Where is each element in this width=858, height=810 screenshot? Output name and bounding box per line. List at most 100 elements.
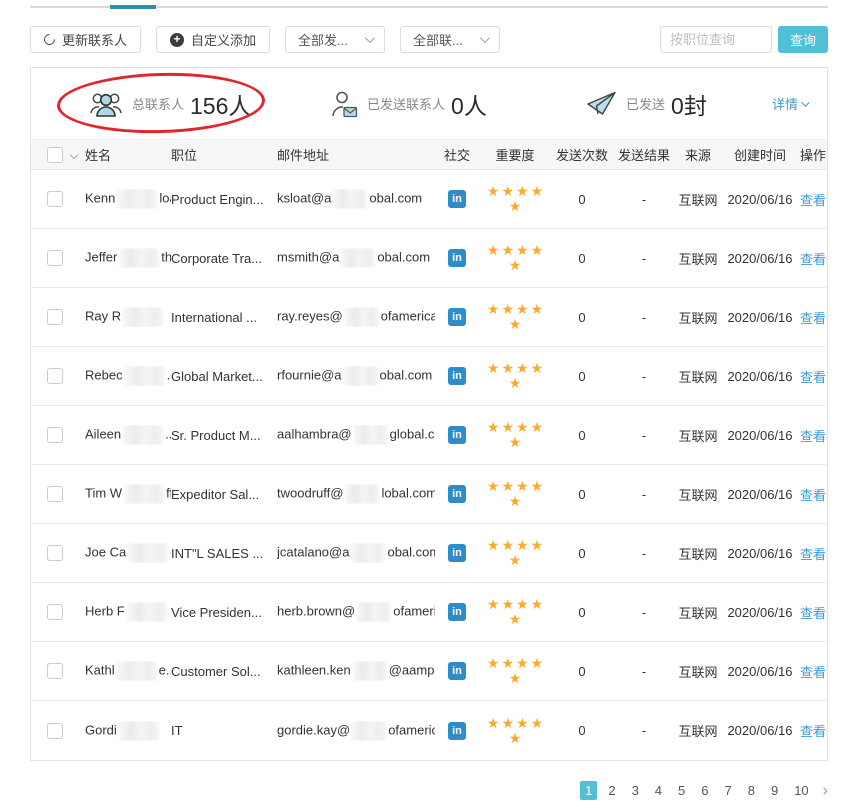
page-button-3[interactable]: 3 bbox=[627, 781, 644, 800]
sent-contacts-label: 已发送联系人 bbox=[367, 94, 445, 113]
page-button-2[interactable]: 2 bbox=[603, 781, 620, 800]
star-icon: ★ bbox=[486, 597, 501, 612]
created-time: 2020/06/16 bbox=[721, 192, 799, 207]
linkedin-icon[interactable]: in bbox=[448, 722, 466, 740]
importance-rating[interactable]: ★★★★ ★ bbox=[479, 302, 551, 332]
created-time: 2020/06/16 bbox=[721, 605, 799, 620]
view-link[interactable]: 查看 bbox=[800, 547, 826, 562]
linkedin-icon[interactable]: in bbox=[448, 308, 466, 326]
stars-line2: ★ bbox=[508, 671, 523, 686]
view-link[interactable]: 查看 bbox=[800, 724, 826, 739]
importance-rating[interactable]: ★★★★ ★ bbox=[479, 361, 551, 391]
page-button-1[interactable]: 1 bbox=[580, 781, 597, 800]
contact-name: Kathle... bbox=[85, 661, 171, 681]
row-checkbox[interactable] bbox=[47, 309, 63, 325]
contact-type-filter[interactable]: 全部联... bbox=[400, 26, 500, 53]
contact-email: rfournie@aobal.com bbox=[277, 366, 435, 386]
importance-rating[interactable]: ★★★★ ★ bbox=[479, 479, 551, 509]
view-link[interactable]: 查看 bbox=[800, 252, 826, 267]
detail-link[interactable]: 详情 bbox=[772, 94, 807, 113]
star-icon: ★ bbox=[500, 184, 515, 199]
view-link[interactable]: 查看 bbox=[800, 370, 826, 385]
send-result: - bbox=[613, 192, 675, 207]
view-link[interactable]: 查看 bbox=[800, 488, 826, 503]
linkedin-icon[interactable]: in bbox=[448, 249, 466, 267]
view-link[interactable]: 查看 bbox=[800, 606, 826, 621]
created-time: 2020/06/16 bbox=[721, 369, 799, 384]
row-checkbox[interactable] bbox=[47, 191, 63, 207]
contact-type-filter-value: 全部联... bbox=[413, 30, 463, 49]
row-checkbox[interactable] bbox=[47, 427, 63, 443]
send-status-filter[interactable]: 全部发... bbox=[285, 26, 385, 53]
importance-rating[interactable]: ★★★★ ★ bbox=[479, 538, 551, 568]
linkedin-icon[interactable]: in bbox=[448, 662, 466, 680]
linkedin-icon[interactable]: in bbox=[448, 367, 466, 385]
view-link[interactable]: 查看 bbox=[800, 665, 826, 680]
page-button-7[interactable]: 7 bbox=[720, 781, 737, 800]
active-tab-indicator[interactable] bbox=[110, 5, 156, 9]
stars-line2: ★ bbox=[508, 258, 523, 273]
importance-rating[interactable]: ★★★★ ★ bbox=[479, 420, 551, 450]
page-button-4[interactable]: 4 bbox=[650, 781, 667, 800]
importance-rating[interactable]: ★★★★ ★ bbox=[479, 597, 551, 627]
view-link[interactable]: 查看 bbox=[800, 429, 826, 444]
search-input[interactable] bbox=[660, 26, 772, 53]
star-icon: ★ bbox=[500, 538, 515, 553]
contact-position: Expeditor Sal... bbox=[171, 487, 277, 502]
importance-rating[interactable]: ★★★★ ★ bbox=[479, 716, 551, 746]
refresh-contacts-button[interactable]: 更新联系人 bbox=[30, 26, 141, 53]
row-checkbox[interactable] bbox=[47, 545, 63, 561]
header-send-count: 发送次数 bbox=[551, 145, 613, 164]
star-icon: ★ bbox=[508, 670, 523, 686]
row-checkbox[interactable] bbox=[47, 368, 63, 384]
linkedin-icon[interactable]: in bbox=[448, 544, 466, 562]
send-count: 0 bbox=[551, 428, 613, 443]
select-menu-chevron-icon[interactable] bbox=[70, 150, 78, 158]
row-checkbox[interactable] bbox=[47, 250, 63, 266]
table-body: Kennloat Product Engin... ksloat@aobal.c… bbox=[31, 170, 827, 760]
importance-rating[interactable]: ★★★★ ★ bbox=[479, 243, 551, 273]
redaction-blur bbox=[357, 602, 391, 622]
next-page-button[interactable]: › bbox=[823, 784, 828, 797]
importance-rating[interactable]: ★★★★ ★ bbox=[479, 656, 551, 686]
view-link[interactable]: 查看 bbox=[800, 311, 826, 326]
linkedin-icon[interactable]: in bbox=[448, 426, 466, 444]
linkedin-icon[interactable]: in bbox=[448, 603, 466, 621]
contacts-page: 更新联系人 自定义添加 全部发... 全部联... 查询 bbox=[0, 0, 858, 800]
custom-add-button[interactable]: 自定义添加 bbox=[156, 26, 270, 53]
linkedin-icon[interactable]: in bbox=[448, 190, 466, 208]
header-email: 邮件地址 bbox=[277, 145, 435, 164]
page-button-8[interactable]: 8 bbox=[743, 781, 760, 800]
row-checkbox[interactable] bbox=[47, 486, 63, 502]
page-button-10[interactable]: 10 bbox=[789, 781, 813, 800]
source: 互联网 bbox=[675, 367, 721, 386]
stat-sent-contacts: 已发送联系人 0人 bbox=[331, 87, 586, 121]
header-send-result: 发送结果 bbox=[613, 145, 675, 164]
contact-name: Jefferth bbox=[85, 248, 171, 268]
star-icon: ★ bbox=[508, 434, 523, 450]
star-icon: ★ bbox=[515, 479, 530, 494]
search-button[interactable]: 查询 bbox=[778, 26, 828, 53]
star-icon: ★ bbox=[508, 316, 523, 332]
page-button-5[interactable]: 5 bbox=[673, 781, 690, 800]
page-button-9[interactable]: 9 bbox=[766, 781, 783, 800]
importance-rating[interactable]: ★★★★ ★ bbox=[479, 184, 551, 214]
view-link[interactable]: 查看 bbox=[800, 193, 826, 208]
select-all-checkbox[interactable] bbox=[47, 147, 63, 163]
table-row: Rebec... Global Market... rfournie@aobal… bbox=[31, 347, 827, 406]
star-icon: ★ bbox=[500, 302, 515, 317]
star-icon: ★ bbox=[486, 656, 501, 671]
linkedin-icon[interactable]: in bbox=[448, 485, 466, 503]
contact-name: Tim Wff bbox=[85, 484, 171, 504]
row-checkbox[interactable] bbox=[47, 663, 63, 679]
star-icon: ★ bbox=[500, 479, 515, 494]
row-checkbox[interactable] bbox=[47, 723, 63, 739]
table-row: Kathle... Customer Sol... kathleen.ken@a… bbox=[31, 642, 827, 701]
source: 互联网 bbox=[675, 308, 721, 327]
row-checkbox[interactable] bbox=[47, 604, 63, 620]
send-count: 0 bbox=[551, 546, 613, 561]
send-result: - bbox=[613, 369, 675, 384]
table-row: Tim Wff Expeditor Sal... twoodruff@lobal… bbox=[31, 465, 827, 524]
page-button-6[interactable]: 6 bbox=[696, 781, 713, 800]
contact-email: herb.brown@ofameri... bbox=[277, 602, 435, 622]
